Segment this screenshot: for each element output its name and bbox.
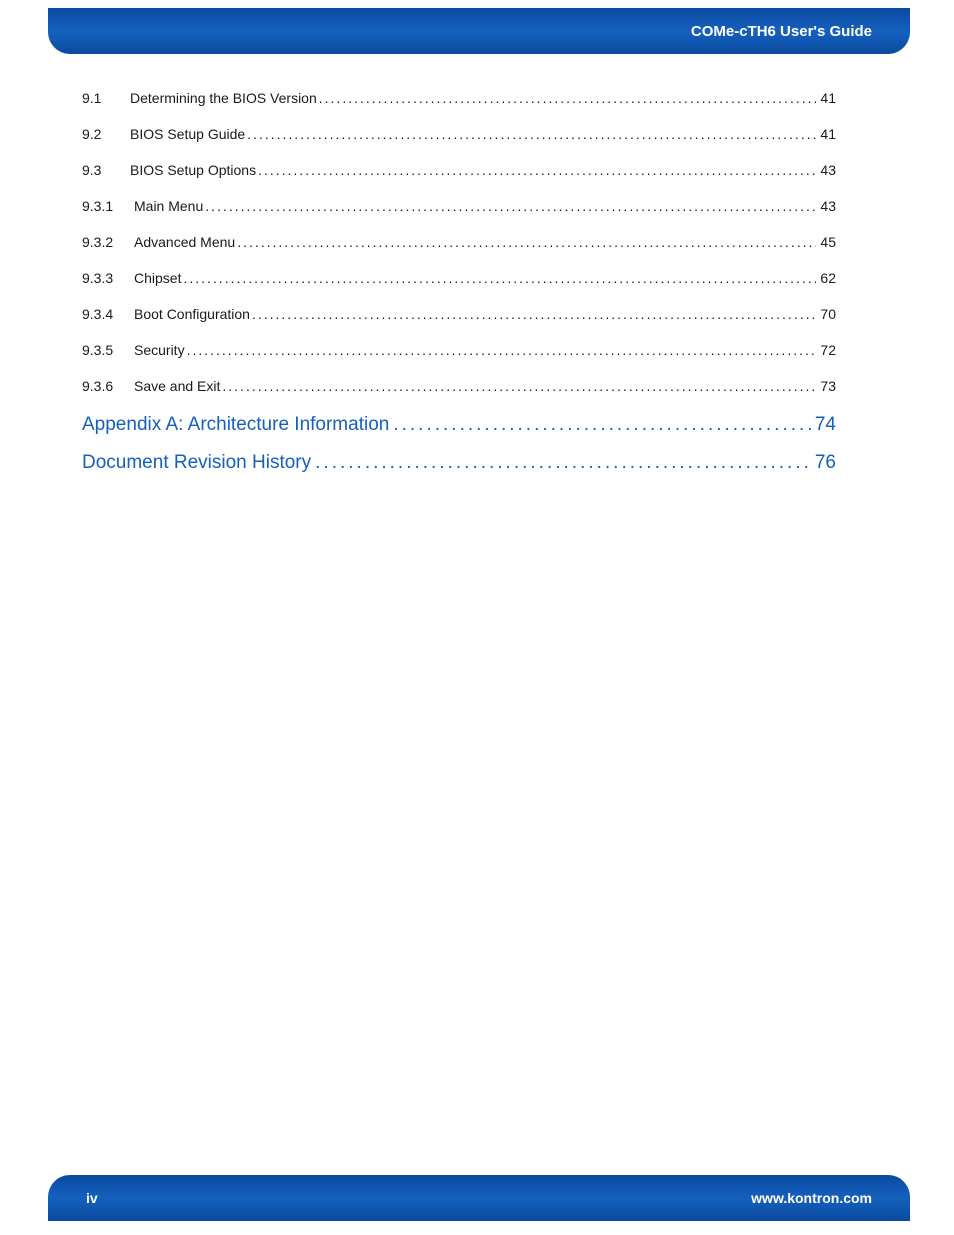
- toc-entry: 9.1 Determining the BIOS Version 41: [82, 90, 836, 106]
- toc-leader: [389, 414, 811, 436]
- toc-entry: 9.3.5 Security 72: [82, 342, 836, 358]
- toc-leader: [256, 162, 816, 178]
- toc-leader: [220, 378, 816, 394]
- toc-entry-number: 9.1: [82, 90, 130, 106]
- toc-entry: 9.3.1 Main Menu 43: [82, 198, 836, 214]
- toc-leader: [235, 234, 816, 250]
- toc-entry-title: Main Menu: [134, 198, 203, 214]
- toc-content: 9.1 Determining the BIOS Version 41 9.2 …: [82, 90, 836, 490]
- toc-entry-number: 9.3: [82, 162, 130, 178]
- footer-url: www.kontron.com: [751, 1190, 872, 1206]
- toc-entry-number: 9.3.6: [82, 378, 134, 394]
- toc-entry-page: 72: [816, 342, 836, 358]
- toc-entry-number: 9.2: [82, 126, 130, 142]
- toc-leader: [250, 306, 816, 322]
- toc-entry-title: Advanced Menu: [134, 234, 235, 250]
- page-header: COMe-cTH6 User's Guide: [48, 8, 910, 54]
- toc-leader: [203, 198, 816, 214]
- toc-leader: [181, 270, 816, 286]
- toc-entry: 9.3.3 Chipset 62: [82, 270, 836, 286]
- header-title: COMe-cTH6 User's Guide: [691, 23, 872, 40]
- toc-entry-page: 41: [816, 90, 836, 106]
- toc-entry-number: 9.3.5: [82, 342, 134, 358]
- toc-leader: [245, 126, 816, 142]
- toc-entry-number: 9.3.1: [82, 198, 134, 214]
- toc-major-page: 76: [811, 452, 836, 474]
- page-number: iv: [86, 1190, 98, 1206]
- toc-entry-title: Boot Configuration: [134, 306, 250, 322]
- toc-major-title: Appendix A: Architecture Information: [82, 414, 389, 436]
- toc-leader: [311, 452, 811, 474]
- toc-entry-page: 45: [816, 234, 836, 250]
- toc-entry: 9.2 BIOS Setup Guide 41: [82, 126, 836, 142]
- toc-entry: 9.3.2 Advanced Menu 45: [82, 234, 836, 250]
- toc-major-entry: Appendix A: Architecture Information 74: [82, 414, 836, 436]
- toc-major-entry: Document Revision History 76: [82, 452, 836, 474]
- toc-entry-page: 73: [816, 378, 836, 394]
- toc-entry-title: Chipset: [134, 270, 181, 286]
- toc-leader: [185, 342, 817, 358]
- toc-entry-page: 43: [816, 162, 836, 178]
- toc-entry-title: BIOS Setup Guide: [130, 126, 245, 142]
- toc-major-title: Document Revision History: [82, 452, 311, 474]
- toc-major-page: 74: [811, 414, 836, 436]
- toc-entry-title: BIOS Setup Options: [130, 162, 256, 178]
- toc-entry-page: 62: [816, 270, 836, 286]
- toc-entry-page: 41: [816, 126, 836, 142]
- toc-entry: 9.3.6 Save and Exit 73: [82, 378, 836, 394]
- toc-entry-title: Save and Exit: [134, 378, 220, 394]
- toc-leader: [317, 90, 817, 106]
- toc-entry: 9.3 BIOS Setup Options 43: [82, 162, 836, 178]
- toc-entry-title: Determining the BIOS Version: [130, 90, 317, 106]
- toc-entry-number: 9.3.2: [82, 234, 134, 250]
- toc-entry-title: Security: [134, 342, 185, 358]
- toc-entry: 9.3.4 Boot Configuration 70: [82, 306, 836, 322]
- toc-entry-page: 70: [816, 306, 836, 322]
- page-footer: iv www.kontron.com: [48, 1175, 910, 1221]
- toc-entry-page: 43: [816, 198, 836, 214]
- toc-entry-number: 9.3.3: [82, 270, 134, 286]
- toc-entry-number: 9.3.4: [82, 306, 134, 322]
